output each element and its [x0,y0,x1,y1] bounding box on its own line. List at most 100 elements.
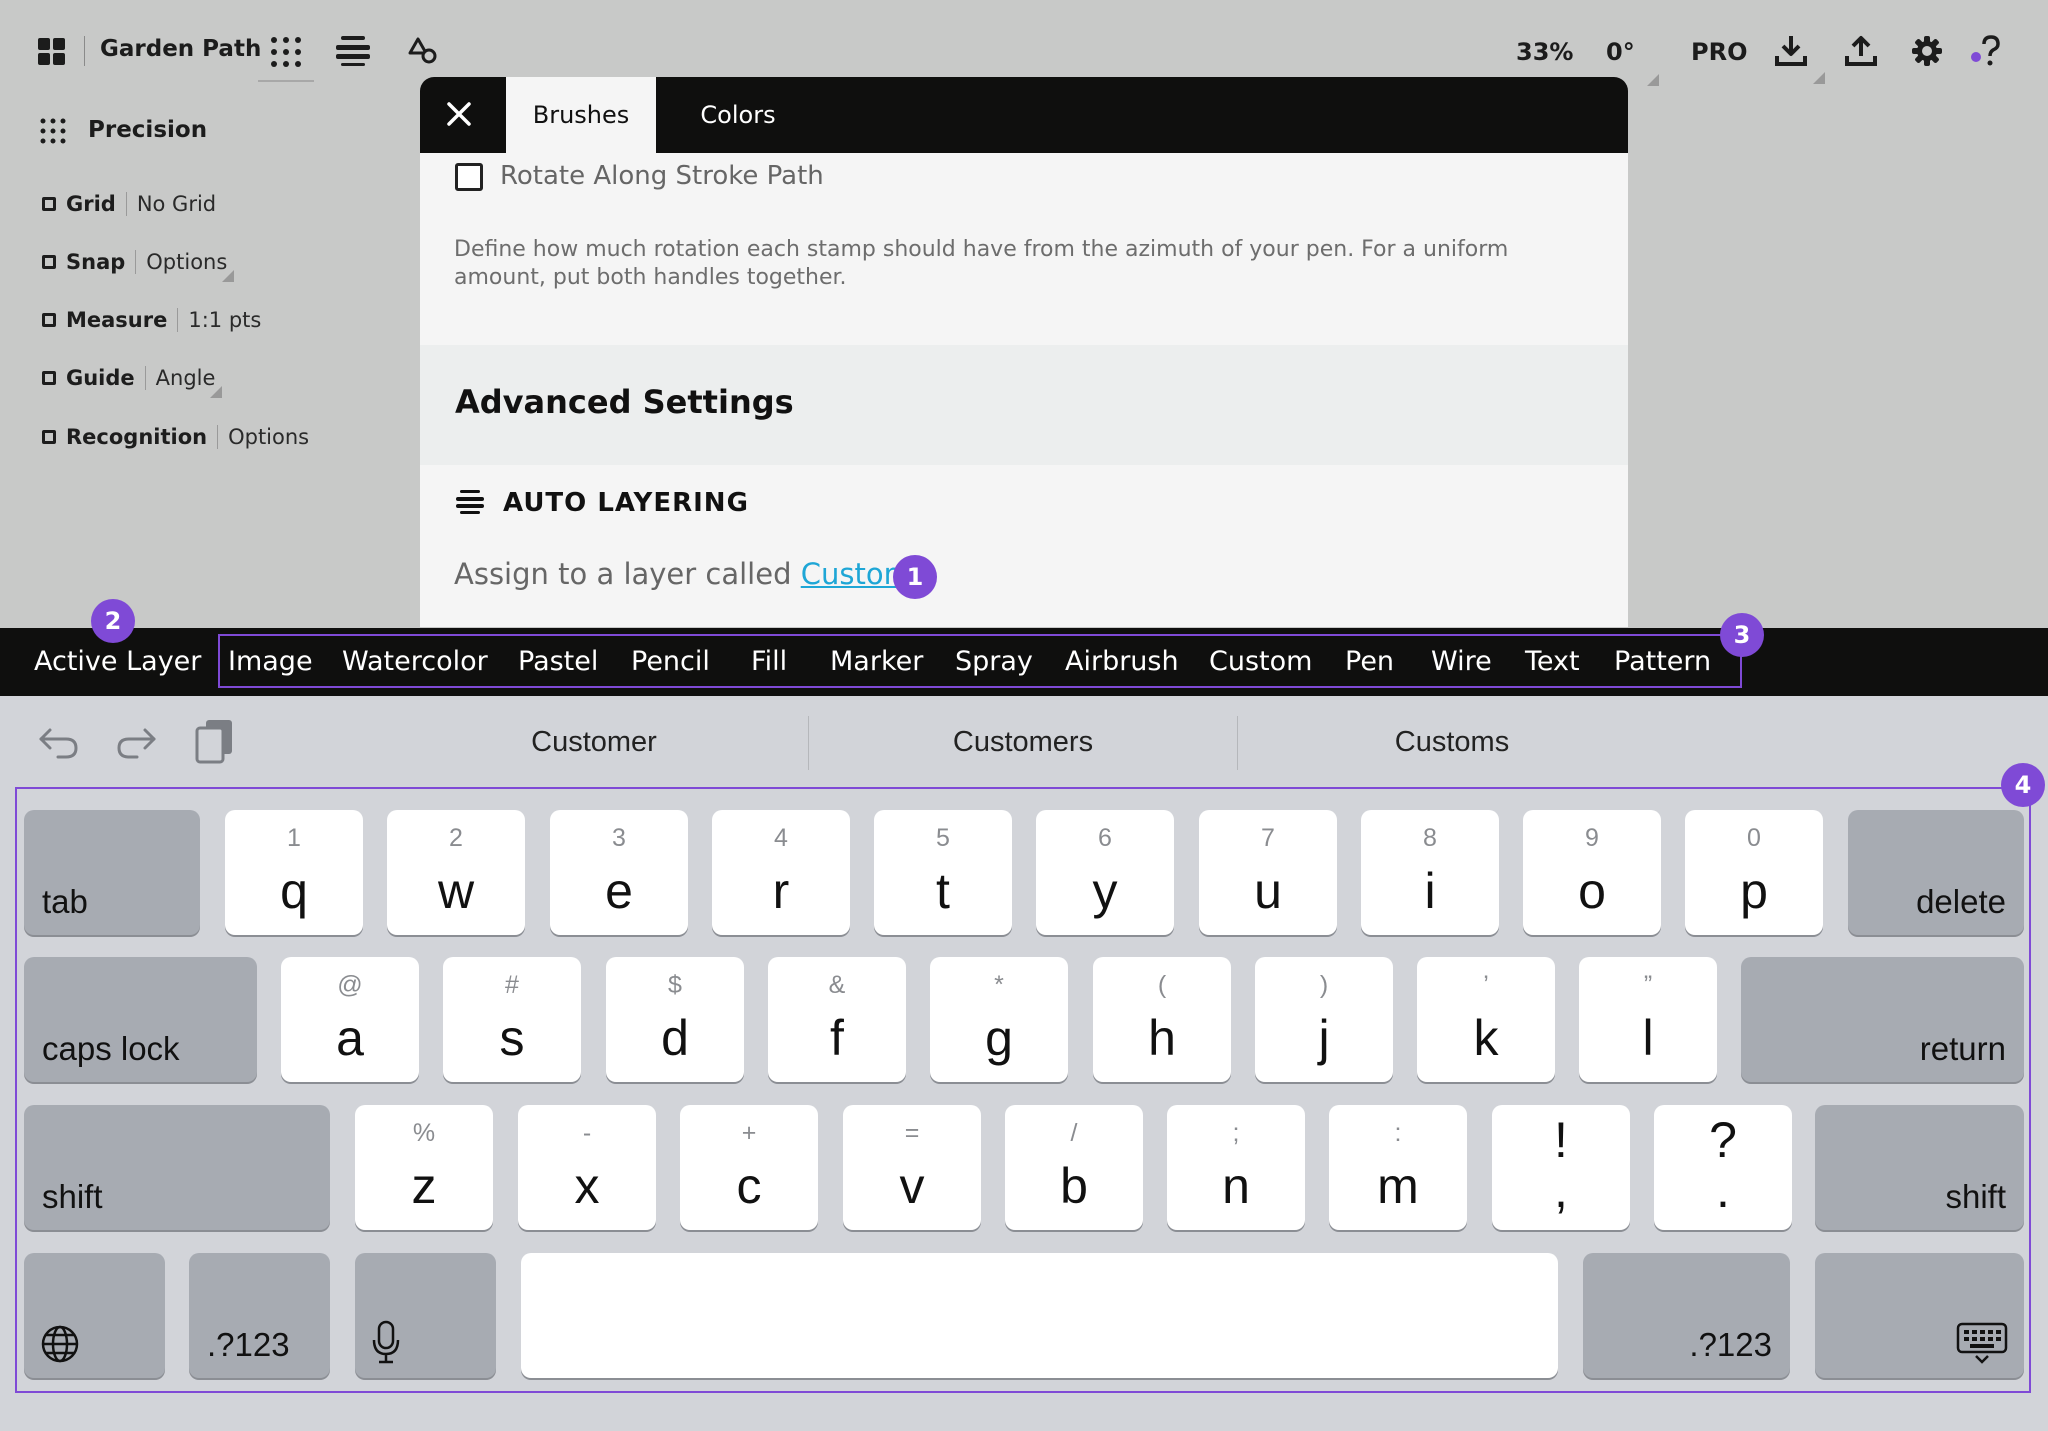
key-period[interactable]: ?. [1654,1105,1792,1230]
shift-key-right[interactable]: shift [1815,1105,2024,1230]
layer-option[interactable]: Custom [1209,628,1312,696]
layer-option[interactable]: Airbrush [1065,628,1179,696]
recognition-checkbox[interactable] [42,430,56,444]
dismiss-keyboard-key[interactable] [1815,1253,2024,1378]
delete-key[interactable]: delete [1848,810,2024,935]
tab-key[interactable]: tab [24,810,200,935]
key-secondary-char: @ [337,971,363,999]
tab-label: Colors [700,101,776,129]
shapes-icon[interactable] [408,36,438,66]
numbers-key-left[interactable]: .?123 [189,1253,330,1378]
close-icon[interactable] [446,101,472,127]
precision-item-measure[interactable]: Measure 1:1 pts [42,308,261,332]
precision-item-value[interactable]: Angle [156,366,216,390]
return-key[interactable]: return [1741,957,2024,1082]
precision-item-value[interactable]: Options [228,425,309,449]
layer-option[interactable]: Pencil [631,628,710,696]
paste-icon[interactable] [194,718,234,764]
precision-item-value[interactable]: Options [146,250,227,274]
key-comma[interactable]: !, [1492,1105,1630,1230]
document-title[interactable]: Garden Path [100,36,261,62]
advanced-settings-section: Advanced Settings [420,345,1628,465]
snap-checkbox[interactable] [42,255,56,269]
key-p[interactable]: 0p [1685,810,1823,935]
space-bar[interactable] [521,1253,1558,1378]
key-k[interactable]: ’ k [1417,957,1555,1082]
layer-option[interactable]: Marker [830,628,923,696]
key-q[interactable]: 1q [225,810,363,935]
help-icon[interactable] [1970,34,2004,68]
precision-item-value[interactable]: 1:1 pts [188,308,261,332]
caps-lock-key[interactable]: caps lock [24,957,257,1082]
precision-item-guide[interactable]: Guide Angle [42,366,215,390]
layer-option[interactable]: Pastel [518,628,598,696]
key-g[interactable]: * g [930,957,1068,1082]
layer-option[interactable]: Text [1525,628,1580,696]
key-label: .?123 [1689,1326,1772,1363]
key-o[interactable]: 9o [1523,810,1661,935]
grid-checkbox[interactable] [42,197,56,211]
key-z[interactable]: % z [355,1105,493,1230]
key-j[interactable]: ) j [1255,957,1393,1082]
key-a[interactable]: @ a [281,957,419,1082]
key-n[interactable]: ; n [1167,1105,1305,1230]
globe-key[interactable] [24,1253,165,1378]
undo-icon[interactable] [38,724,80,760]
tab-colors[interactable]: Colors [656,77,820,153]
key-b[interactable]: / b [1005,1105,1143,1230]
precision-item-value[interactable]: No Grid [137,192,216,216]
key-s[interactable]: # s [443,957,581,1082]
key-secondary-char: * [994,971,1004,999]
layer-option[interactable]: Pattern [1614,628,1711,696]
dictation-key[interactable] [355,1253,496,1378]
precision-item-recognition[interactable]: Recognition Options [42,425,309,449]
precision-item-grid[interactable]: Grid No Grid [42,192,216,216]
key-h[interactable]: (h [1093,957,1231,1082]
layer-option[interactable]: Fill [751,628,787,696]
key-primary-char: b [1060,1158,1088,1214]
pro-label[interactable]: PRO [1691,38,1747,66]
key-label: delete [1916,883,2006,920]
key-t[interactable]: 5t [874,810,1012,935]
key-u[interactable]: 7u [1199,810,1337,935]
key-m[interactable]: :m [1329,1105,1467,1230]
rotate-along-stroke-label[interactable]: Rotate Along Stroke Path [500,161,824,191]
layer-option[interactable]: Watercolor [342,628,488,696]
key-i[interactable]: 8i [1361,810,1499,935]
guide-checkbox[interactable] [42,371,56,385]
key-y[interactable]: 6y [1036,810,1174,935]
key-primary-char: l [1642,1010,1654,1066]
precision-item-snap[interactable]: Snap Options [42,250,227,274]
rotation-value[interactable]: 0° [1606,38,1635,66]
suggestion-item[interactable]: Customers [809,712,1237,772]
measure-checkbox[interactable] [42,313,56,327]
key-c[interactable]: + c [680,1105,818,1230]
numbers-key-right[interactable]: .?123 [1583,1253,1790,1378]
layer-option[interactable]: Spray [955,628,1033,696]
suggestion-item[interactable]: Customer [380,712,808,772]
layer-option[interactable]: Pen [1345,628,1394,696]
layer-option[interactable]: Image [228,628,313,696]
key-f[interactable]: & f [768,957,906,1082]
redo-icon[interactable] [115,724,157,760]
key-v[interactable]: = v [843,1105,981,1230]
layer-option[interactable]: Wire [1431,628,1492,696]
key-x[interactable]: -x [518,1105,656,1230]
rotate-checkbox[interactable] [455,163,483,191]
key-l[interactable]: ” l [1579,957,1717,1082]
shift-key-left[interactable]: shift [24,1105,330,1230]
key-d[interactable]: $ d [606,957,744,1082]
grid-view-icon[interactable] [38,38,66,66]
suggestion-item[interactable]: Customs [1238,712,1666,772]
divider [144,366,146,390]
key-e[interactable]: 3e [550,810,688,935]
tab-brushes[interactable]: Brushes [506,77,656,153]
download-icon[interactable] [1775,34,1807,66]
upload-icon[interactable] [1845,34,1877,66]
layers-icon[interactable] [336,36,370,66]
key-w[interactable]: 2w [387,810,525,935]
apps-icon[interactable] [270,36,302,68]
gear-icon[interactable] [1912,36,1942,66]
zoom-level[interactable]: 33% [1516,38,1573,66]
key-r[interactable]: 4r [712,810,850,935]
